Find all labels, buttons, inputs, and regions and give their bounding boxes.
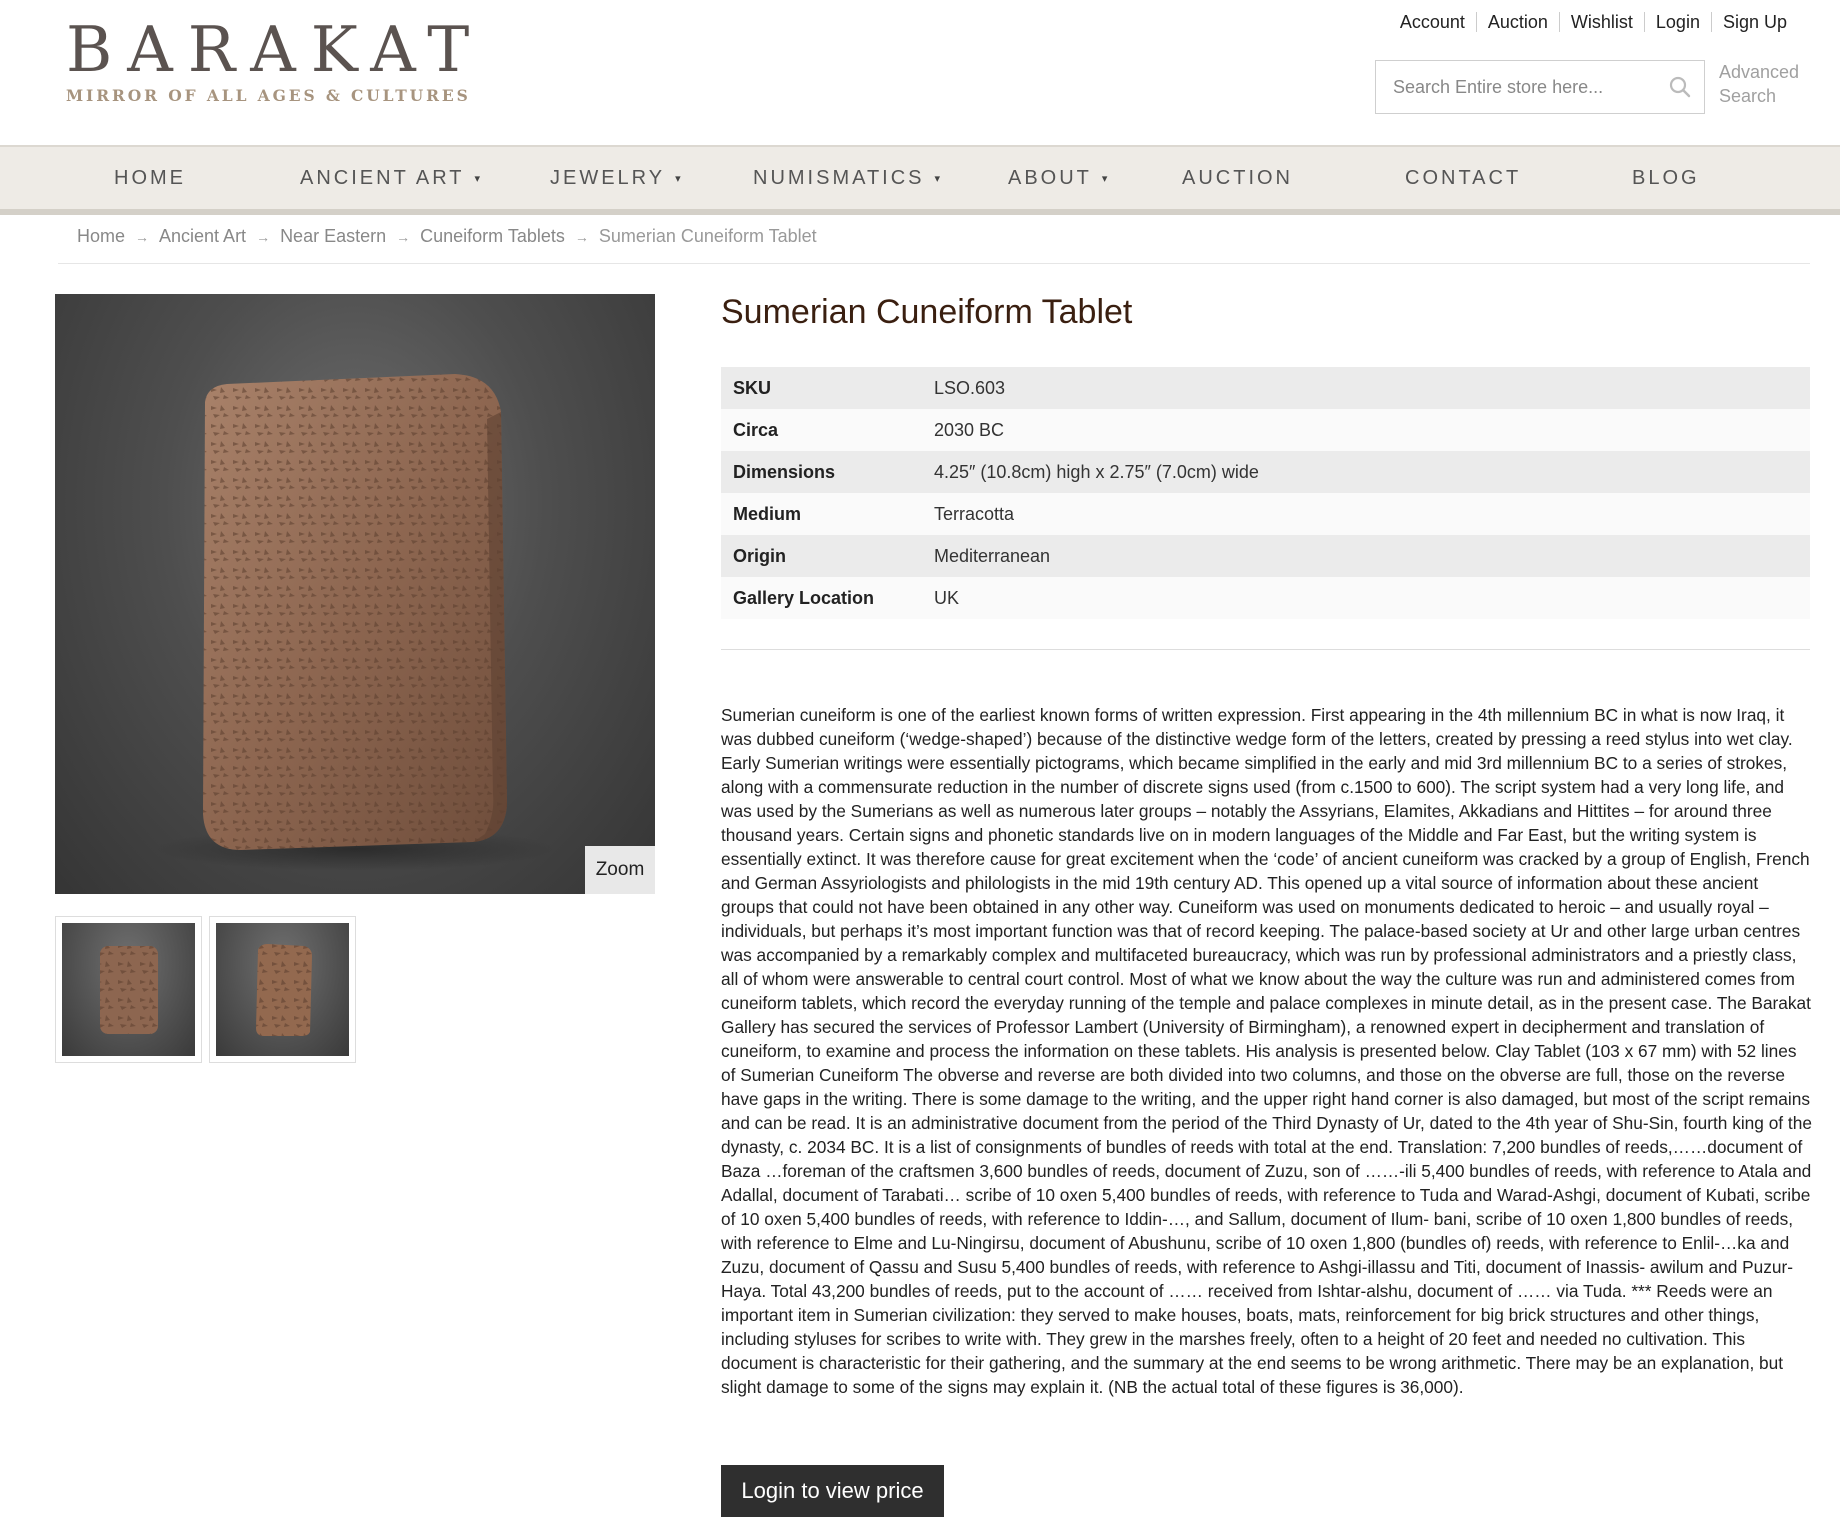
spec-row: Origin Mediterranean — [721, 535, 1810, 577]
chevron-down-icon: ▾ — [675, 172, 681, 185]
logo-tagline: MIRROR OF ALL AGES & CULTURES — [66, 86, 471, 105]
nav-label: NUMISMATICS — [753, 166, 925, 189]
spec-value: 2030 BC — [934, 419, 1005, 440]
chevron-down-icon: ▾ — [1101, 172, 1108, 185]
zoom-button[interactable]: Zoom — [585, 846, 655, 894]
account-links: Account Auction Wishlist Login Sign Up — [1389, 12, 1798, 32]
spec-value: Terracotta — [934, 503, 1015, 524]
search-input[interactable] — [1376, 61, 1656, 113]
breadcrumb-near-eastern[interactable]: Near Eastern — [280, 226, 386, 247]
divider — [721, 649, 1810, 650]
wishlist-link[interactable]: Wishlist — [1558, 12, 1644, 32]
nav-jewelry[interactable]: JEWELRY ▾ — [550, 147, 681, 209]
nav-blog[interactable]: BLOG — [1632, 147, 1700, 209]
thumbnail-strip — [55, 916, 356, 1063]
breadcrumb: Home → Ancient Art → Near Eastern → Cune… — [58, 226, 1810, 264]
thumbnail-1[interactable] — [55, 916, 202, 1063]
arrow-right-icon: → — [396, 229, 411, 245]
nav-label: AUCTION — [1182, 166, 1293, 189]
product-description: Sumerian cuneiform is one of the earlies… — [721, 705, 1812, 1397]
spec-label: Gallery Location — [733, 587, 875, 608]
thumbnail-image — [62, 923, 195, 1056]
product-main-image[interactable]: Zoom — [55, 294, 655, 894]
account-link[interactable]: Account — [1389, 12, 1476, 32]
arrow-right-icon: → — [256, 229, 271, 245]
nav-contact[interactable]: CONTACT — [1405, 147, 1521, 209]
spec-row: Dimensions 4.25″ (10.8cm) high x 2.75″ (7… — [721, 451, 1810, 493]
nav-label: JEWELRY — [550, 166, 666, 189]
chevron-down-icon: ▾ — [934, 172, 941, 185]
spec-row: SKU LSO.603 — [721, 367, 1810, 409]
nav-label: BLOG — [1632, 166, 1700, 189]
logo-wordmark: BARAKAT — [66, 13, 485, 86]
spec-label: Dimensions — [733, 461, 836, 482]
site-logo[interactable]: BARAKAT MIRROR OF ALL AGES & CULTURES — [66, 13, 485, 106]
arrow-right-icon: → — [574, 229, 589, 245]
thumbnail-2[interactable] — [209, 916, 356, 1063]
spec-label: Medium — [733, 503, 802, 524]
nav-auction[interactable]: AUCTION — [1182, 147, 1293, 209]
nav-home[interactable]: HOME — [114, 147, 186, 209]
spec-value: Mediterranean — [934, 545, 1051, 566]
product-title: Sumerian Cuneiform Tablet — [721, 293, 1133, 331]
tablet-image — [155, 374, 555, 871]
breadcrumb-current: Sumerian Cuneiform Tablet — [598, 226, 817, 246]
chevron-down-icon: ▾ — [474, 172, 481, 185]
spec-row: Circa 2030 BC — [721, 409, 1810, 451]
search-box — [1375, 60, 1705, 114]
spec-label: SKU — [733, 377, 772, 398]
spec-row: Medium Terracotta — [721, 493, 1810, 535]
login-link[interactable]: Login — [1643, 12, 1711, 32]
nav-label: ANCIENT ART — [300, 166, 465, 189]
nav-about[interactable]: ABOUT ▾ — [1008, 147, 1107, 209]
spec-label: Origin — [733, 545, 786, 566]
spec-value: UK — [934, 587, 960, 608]
spec-label: Circa — [733, 419, 779, 440]
nav-ancient-art[interactable]: ANCIENT ART ▾ — [300, 147, 480, 209]
nav-numismatics[interactable]: NUMISMATICS ▾ — [753, 147, 940, 209]
spec-row: Gallery Location UK — [721, 577, 1810, 619]
nav-label: ABOUT — [1008, 166, 1092, 189]
site-header: BARAKAT MIRROR OF ALL AGES & CULTURES Ac… — [0, 0, 1840, 145]
signup-link[interactable]: Sign Up — [1710, 12, 1798, 32]
nav-label: CONTACT — [1405, 166, 1522, 189]
product-specs-table: SKU LSO.603 Circa 2030 BC Dimensions 4.25″ … — [721, 367, 1810, 619]
login-to-view-price-button[interactable]: Login to view price — [721, 1465, 944, 1517]
nav-label: HOME — [114, 166, 186, 189]
thumbnail-image — [216, 923, 349, 1056]
breadcrumb-ancient-art[interactable]: Ancient Art — [159, 226, 246, 247]
auction-link[interactable]: Auction — [1475, 12, 1559, 32]
main-nav: HOME ANCIENT ART ▾ JEWELRY ▾ NUMISMATICS ▾ … — [0, 145, 1840, 215]
breadcrumb-cuneiform-tablets[interactable]: Cuneiform Tablets — [420, 226, 565, 247]
spec-value: 4.25″ (10.8cm) high x 2.75″ (7.0cm) wide — [934, 461, 1259, 482]
advanced-search-link[interactable]: Advanced Search — [1719, 60, 1819, 108]
arrow-right-icon: → — [135, 229, 150, 245]
spec-value: LSO.603 — [934, 377, 1006, 398]
breadcrumb-home[interactable]: Home — [77, 226, 125, 247]
search-icon[interactable] — [1656, 61, 1704, 113]
